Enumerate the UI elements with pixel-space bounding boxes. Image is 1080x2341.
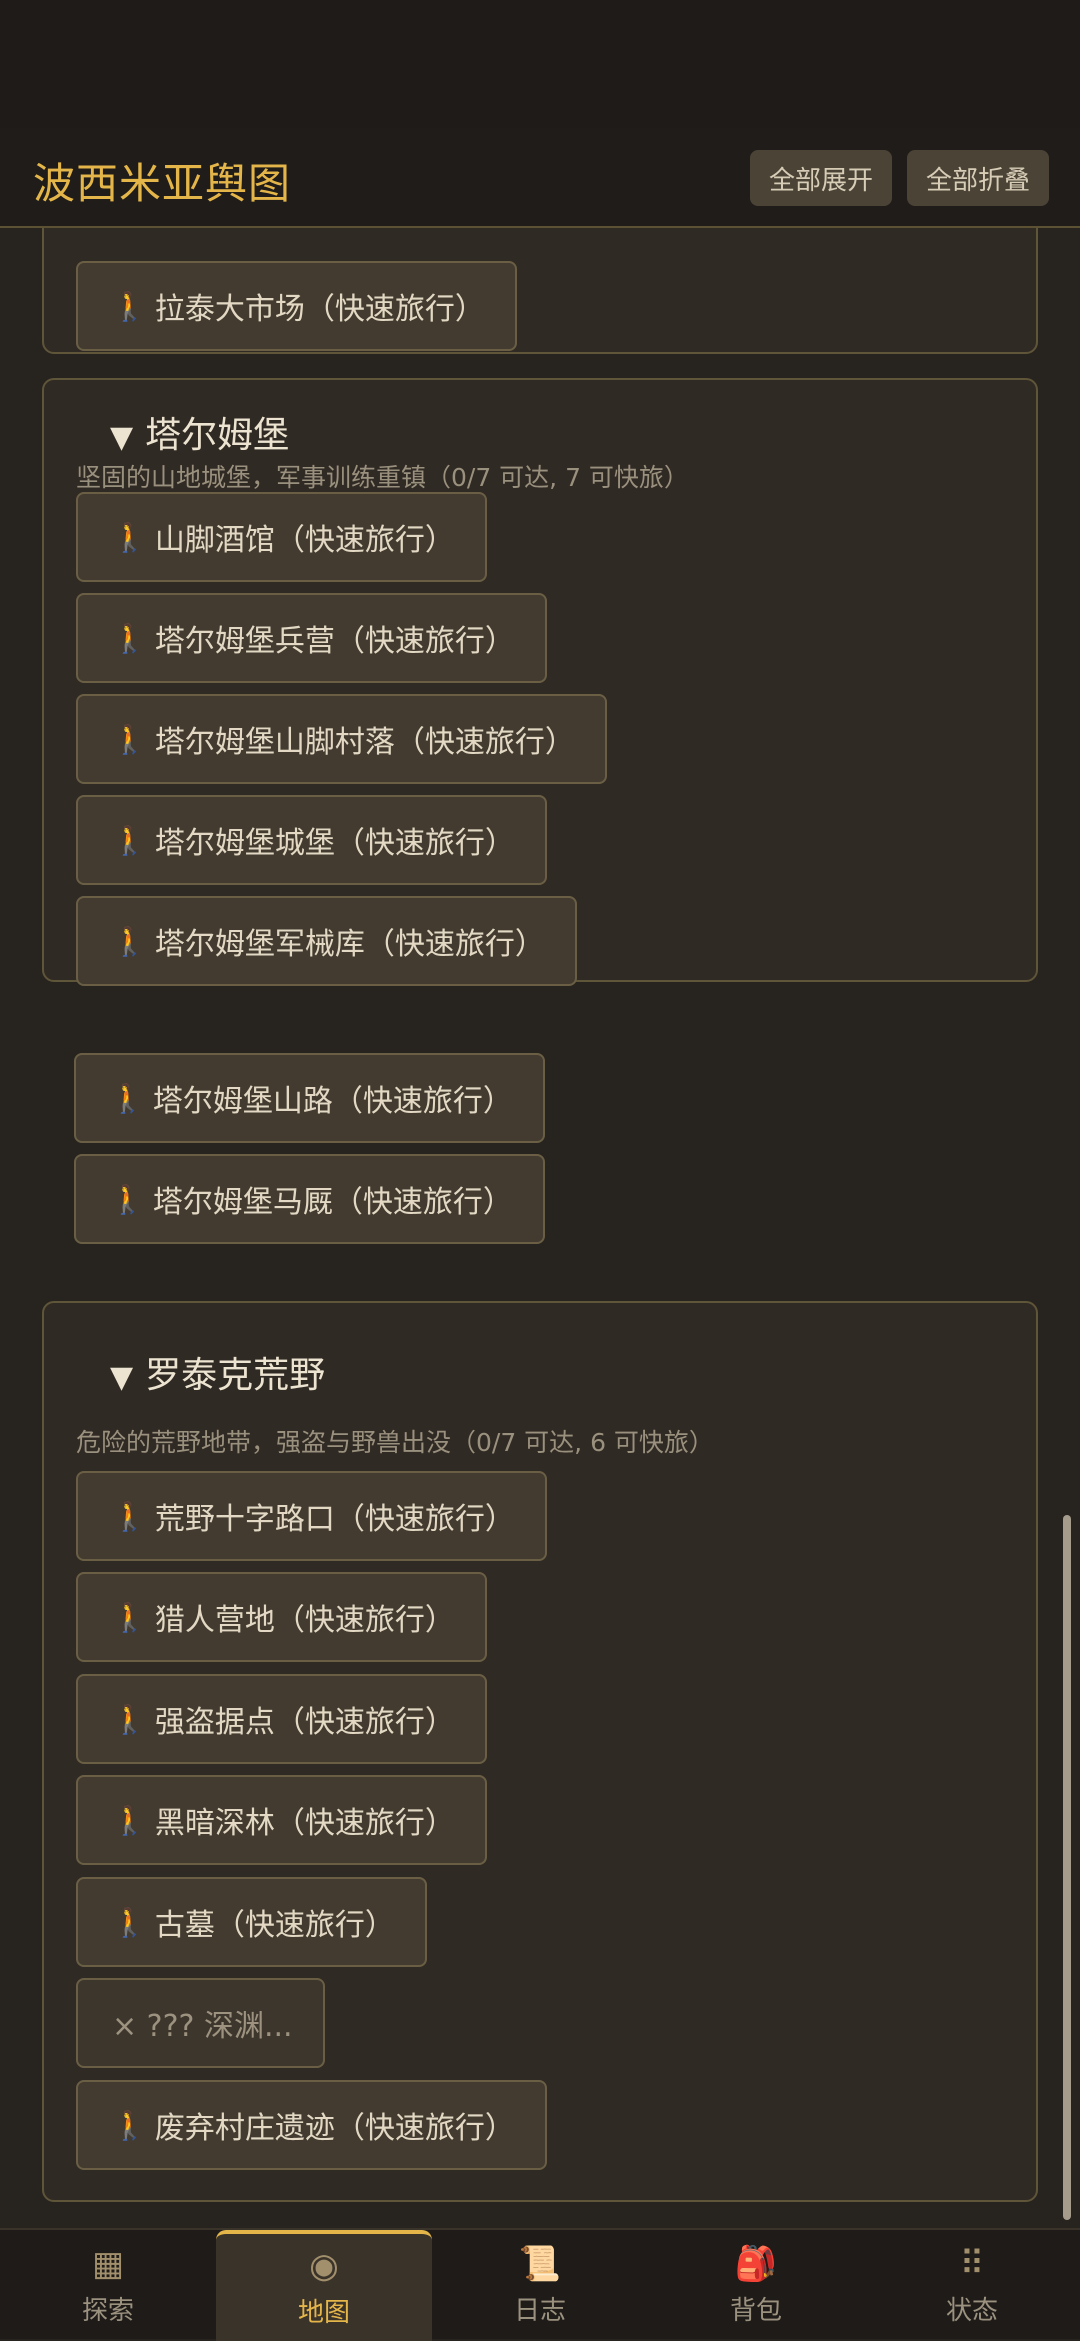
expand-all-button[interactable]: 全部展开 xyxy=(750,150,892,206)
location-label: 塔尔姆堡城堡（快速旅行） xyxy=(154,826,515,861)
tab-explore[interactable]: ▦ 探索 xyxy=(0,2230,216,2341)
walking-person-icon: 🚶 xyxy=(110,1081,145,1115)
backpack-icon: 🎒 xyxy=(734,2244,778,2284)
location-button[interactable]: 🚶 塔尔姆堡兵营（快速旅行） xyxy=(76,593,547,683)
location-label: 塔尔姆堡山路（快速旅行） xyxy=(152,1084,513,1119)
location-label: 山脚酒馆（快速旅行） xyxy=(154,523,455,558)
walking-person-icon: 🚶 xyxy=(112,1600,147,1634)
location-button[interactable]: 🚶 塔尔姆堡城堡（快速旅行） xyxy=(76,795,547,885)
region-header[interactable]: ▼ 塔尔姆堡 xyxy=(110,406,289,458)
walking-person-icon: 🚶 xyxy=(110,1182,145,1216)
location-button[interactable]: 🚶 塔尔姆堡山路（快速旅行） xyxy=(74,1053,545,1143)
location-label: 荒野十字路口（快速旅行） xyxy=(154,1502,515,1537)
location-label: 塔尔姆堡马厩（快速旅行） xyxy=(152,1185,513,1220)
walking-person-icon: 🚶 xyxy=(112,289,147,323)
region-card-latai: 🚶 拉泰大市场（快速旅行） xyxy=(42,228,1038,354)
region-card-talmberg: ▼ 塔尔姆堡 坚固的山地城堡，军事训练重镇（0/7 可达, 7 可快旅） 🚶 山脚… xyxy=(42,378,1038,986)
region-name: 塔尔姆堡 xyxy=(145,415,290,456)
location-button-locked[interactable]: × ??? 深渊... xyxy=(76,1978,325,2068)
page-title: 波西米亚舆图 xyxy=(33,159,292,208)
bottom-tab-bar: ▦ 探索 ◉ 地图 📜 日志 🎒 背包 ⠿ 状态 xyxy=(0,2228,1080,2341)
location-button[interactable]: 🚶 古墓（快速旅行） xyxy=(76,1877,427,1967)
walking-person-icon: 🚶 xyxy=(112,1499,147,1533)
stats-icon: ⠿ xyxy=(959,2244,985,2284)
app-header: 波西米亚舆图 全部展开 全部折叠 xyxy=(0,128,1080,228)
location-button[interactable]: 🚶 荒野十字路口（快速旅行） xyxy=(76,1471,547,1561)
walking-person-icon: 🚶 xyxy=(112,2108,147,2142)
location-button[interactable]: 🚶 强盗据点（快速旅行） xyxy=(76,1674,487,1764)
tab-inventory[interactable]: 🎒 背包 xyxy=(648,2230,864,2341)
tab-status[interactable]: ⠿ 状态 xyxy=(864,2230,1080,2341)
walking-person-icon: 🚶 xyxy=(112,520,147,554)
location-button[interactable]: 🚶 塔尔姆堡马厩（快速旅行） xyxy=(74,1154,545,1244)
location-label: 塔尔姆堡军械库（快速旅行） xyxy=(154,927,545,962)
status-bar xyxy=(0,0,1080,128)
location-label: 黑暗深林（快速旅行） xyxy=(154,1806,455,1841)
walking-person-icon: 🚶 xyxy=(112,924,147,958)
collapse-all-button[interactable]: 全部折叠 xyxy=(907,150,1049,206)
location-label: 猎人营地（快速旅行） xyxy=(154,1603,455,1638)
tab-journal[interactable]: 📜 日志 xyxy=(432,2230,648,2341)
scroll-icon: 📜 xyxy=(518,2244,562,2284)
walking-person-icon: 🚶 xyxy=(112,722,147,756)
walking-person-icon: 🚶 xyxy=(112,823,147,857)
walking-person-icon: 🚶 xyxy=(112,621,147,655)
location-button[interactable]: 🚶 黑暗深林（快速旅行） xyxy=(76,1775,487,1865)
walking-person-icon: 🚶 xyxy=(112,1803,147,1837)
location-label: 废弃村庄遗迹（快速旅行） xyxy=(154,2111,515,2146)
walking-person-icon: 🚶 xyxy=(112,1905,147,1939)
location-label: 塔尔姆堡兵营（快速旅行） xyxy=(154,624,515,659)
tab-map[interactable]: ◉ 地图 xyxy=(216,2230,432,2341)
location-label: 塔尔姆堡山脚村落（快速旅行） xyxy=(154,725,575,760)
location-button[interactable]: 🚶 废弃村庄遗迹（快速旅行） xyxy=(76,2080,547,2170)
walking-person-icon: 🚶 xyxy=(112,1702,147,1736)
location-label: 古墓（快速旅行） xyxy=(154,1908,395,1943)
grid-icon: ▦ xyxy=(91,2244,125,2284)
location-button[interactable]: 🚶 塔尔姆堡军械库（快速旅行） xyxy=(76,896,577,986)
location-button[interactable]: 🚶 猎人营地（快速旅行） xyxy=(76,1572,487,1662)
location-button[interactable]: 🚶 山脚酒馆（快速旅行） xyxy=(76,492,487,582)
compass-icon: ◉ xyxy=(309,2246,339,2286)
location-label: 强盗据点（快速旅行） xyxy=(154,1705,455,1740)
location-button[interactable]: 🚶 拉泰大市场（快速旅行） xyxy=(76,261,517,351)
collapse-triangle-icon: ▼ xyxy=(110,420,134,455)
location-label: 拉泰大市场（快速旅行） xyxy=(154,292,485,327)
location-button[interactable]: 🚶 塔尔姆堡山脚村落（快速旅行） xyxy=(76,694,607,784)
location-label: × ??? 深渊... xyxy=(112,2009,293,2044)
region-description: 坚固的山地城堡，军事训练重镇（0/7 可达, 7 可快旅） xyxy=(76,463,689,492)
